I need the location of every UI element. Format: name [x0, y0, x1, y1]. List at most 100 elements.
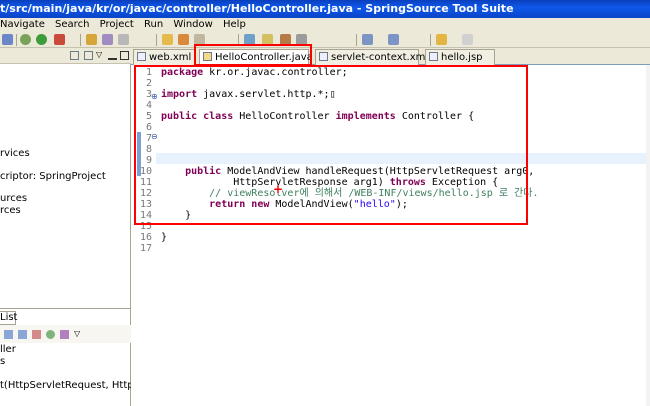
line-number: 5	[145, 111, 152, 122]
code-token: Exception {	[425, 177, 499, 188]
menu-navigate[interactable]: Navigate	[0, 18, 45, 32]
toolbar-separator	[16, 34, 17, 46]
line-number: 4	[145, 100, 152, 111]
hide-nonpublic-icon[interactable]	[46, 330, 55, 339]
line-number: 13	[139, 199, 152, 210]
next-annotation-icon[interactable]	[362, 34, 373, 45]
annotation-icon[interactable]	[280, 34, 291, 45]
outline-toolbar: ▽	[0, 325, 131, 343]
tab-label: HelloController.java	[215, 52, 313, 63]
menu-window[interactable]: Window	[173, 18, 212, 32]
toolbar-separator	[430, 34, 431, 46]
open-folder-icon[interactable]	[162, 34, 173, 45]
keyword-token: implements	[335, 111, 396, 122]
line-number: 6	[145, 122, 152, 133]
external-tools-icon[interactable]	[54, 34, 65, 45]
code-token: ModelAndView handleRequest(HttpServletRe…	[221, 166, 535, 177]
hide-static-icon[interactable]	[32, 330, 41, 339]
tree-item[interactable]: criptor: SpringProject	[0, 171, 106, 182]
code-line: package kr.or.javac.controller;	[161, 67, 348, 78]
menu-search[interactable]: Search	[55, 18, 89, 32]
line-number: 10	[139, 166, 152, 177]
line-number: 16	[139, 232, 152, 243]
filter-icon[interactable]	[60, 330, 69, 339]
panel-tab-list[interactable]: List	[0, 311, 17, 325]
xml-file-icon	[319, 52, 328, 61]
line-number: 3	[145, 89, 152, 100]
code-token: );	[395, 199, 408, 210]
task-icon[interactable]	[296, 34, 307, 45]
panel-header: ▽	[0, 48, 131, 64]
tool-icon[interactable]	[194, 34, 205, 45]
xml-file-icon	[137, 52, 146, 61]
mark-occurrences-icon[interactable]	[244, 34, 255, 45]
menu-help[interactable]: Help	[223, 18, 246, 32]
vertical-scrollbar[interactable]	[646, 65, 650, 406]
line-number: 14	[139, 210, 152, 221]
maximize-icon[interactable]	[120, 51, 129, 60]
minimize-icon[interactable]	[108, 51, 117, 60]
search-icon[interactable]	[178, 34, 189, 45]
pin-icon[interactable]	[262, 34, 273, 45]
code-editor[interactable]: 1 2 3 4 5 6 7 8 9 10 11 12 13 14 15 16 17 ⊕ ⊖ package kr…	[131, 65, 650, 406]
line-number: 17	[139, 243, 152, 254]
line-number: 1	[145, 67, 152, 78]
run-icon[interactable]	[36, 34, 47, 45]
tab-label: servlet-context.xml	[331, 52, 429, 63]
sort-icon[interactable]	[4, 330, 13, 339]
current-line-highlight	[156, 153, 650, 164]
tree-item[interactable]: rces	[0, 205, 21, 216]
outline-panel: List ▽ ller s t(HttpServletRequest, Http…	[0, 308, 176, 406]
debug-icon[interactable]	[20, 34, 31, 45]
back-icon[interactable]	[436, 34, 447, 45]
code-token: javax.servlet.http.*;	[197, 89, 330, 100]
fold-collapse-icon[interactable]: ⊖	[151, 131, 158, 142]
code-token: Controller {	[395, 111, 475, 122]
jsp-file-icon	[429, 52, 438, 61]
new-java-class-icon[interactable]	[86, 34, 97, 45]
code-line: public class HelloController implements …	[161, 111, 474, 122]
toolbar-separator	[156, 34, 157, 46]
code-token: ▯	[329, 89, 336, 100]
outline-item[interactable]: ller	[0, 344, 16, 355]
tree-item[interactable]: rvices	[0, 148, 30, 159]
line-number: 11	[139, 177, 152, 188]
menu-bar: Navigate Search Project Run Window Help	[0, 18, 650, 32]
open-type-icon[interactable]	[118, 34, 129, 45]
new-package-icon[interactable]	[102, 34, 113, 45]
outline-item[interactable]: s	[0, 356, 5, 367]
package-explorer-panel: ▽ rvices criptor: SpringProject urces rc…	[0, 48, 131, 308]
line-number: 9	[145, 155, 152, 166]
menu-project[interactable]: Project	[100, 18, 134, 32]
line-number: 12	[139, 188, 152, 199]
collapse-all-icon[interactable]	[70, 51, 79, 60]
mouse-cursor-icon: +	[273, 182, 284, 196]
line-number: 15	[139, 221, 152, 232]
line-number: 7	[145, 133, 152, 144]
code-line: return new ModelAndView("hello");	[161, 199, 408, 210]
link-editor-icon[interactable]	[84, 51, 93, 60]
line-number: 8	[145, 144, 152, 155]
code-line: }	[161, 232, 167, 243]
keyword-token: package	[161, 67, 204, 78]
java-file-icon	[203, 52, 212, 61]
window-title: t/src/main/java/kr/or/javac/controller/H…	[0, 2, 514, 15]
prev-annotation-icon[interactable]	[388, 34, 399, 45]
code-line: import javax.servlet.http.*;▯	[161, 89, 336, 100]
hide-fields-icon[interactable]	[18, 330, 27, 339]
tab-web-xml[interactable]: web.xml	[133, 49, 195, 65]
tab-hello-jsp[interactable]: hello.jsp	[425, 49, 495, 65]
code-token: HelloController	[233, 111, 336, 122]
menu-run[interactable]: Run	[144, 18, 163, 32]
tab-hello-controller[interactable]: HelloController.java✕	[199, 49, 324, 65]
tab-servlet-context[interactable]: servlet-context.xml	[315, 49, 428, 65]
forward-icon[interactable]	[462, 34, 473, 45]
fold-expand-icon[interactable]: ⊕	[151, 91, 158, 102]
view-menu-icon[interactable]: ▽	[96, 51, 105, 60]
keyword-token: return new	[161, 199, 270, 210]
line-number: 2	[145, 78, 152, 89]
save-icon[interactable]	[2, 34, 13, 45]
view-menu-icon[interactable]: ▽	[74, 330, 83, 339]
tree-item[interactable]: urces	[0, 193, 27, 204]
code-line: // viewResolver에 의해서 /WEB-INF/views/hell…	[161, 188, 538, 199]
